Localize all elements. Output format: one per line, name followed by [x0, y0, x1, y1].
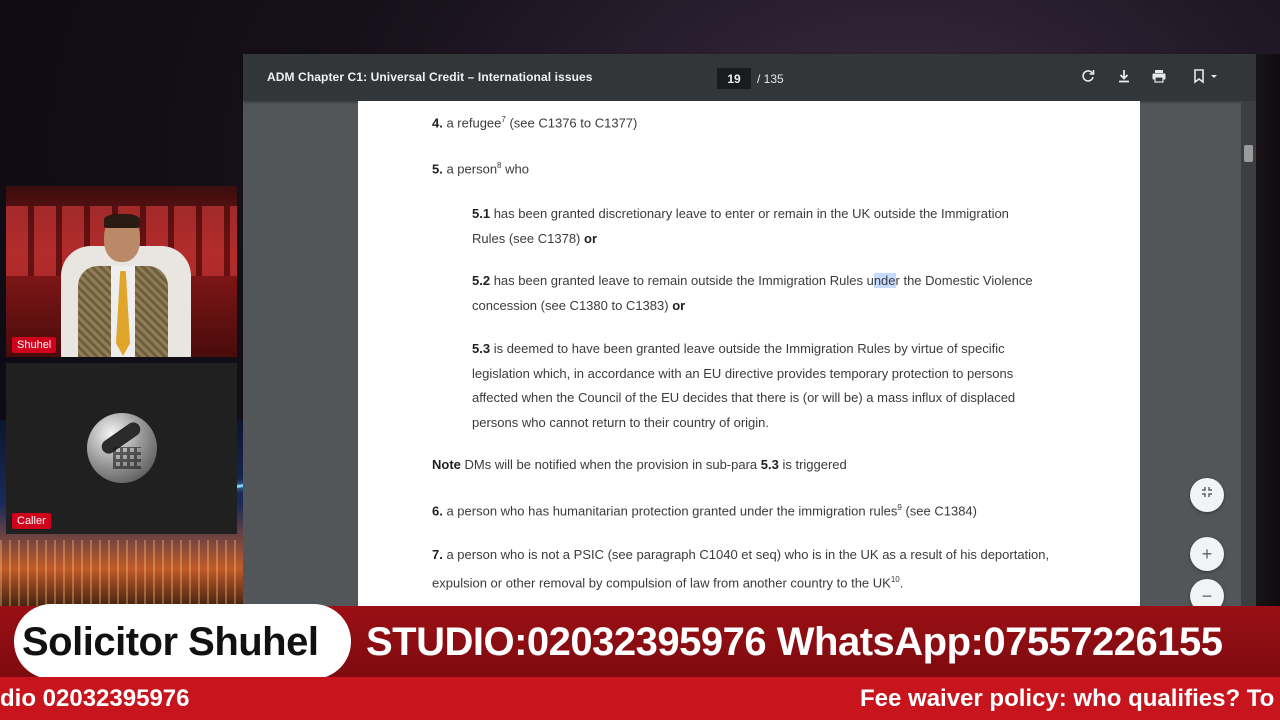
pdf-toolbar: ADM Chapter C1: Universal Credit – Inter…: [243, 54, 1256, 101]
list-item-7-cont: expulsion or other removal by compulsion…: [432, 575, 904, 591]
host-name-tag: Shuhel: [12, 337, 57, 353]
city-lights: [0, 540, 250, 610]
pdf-viewer: ADM Chapter C1: Universal Credit – Inter…: [243, 54, 1256, 613]
sub-item-5-1-cont: Rules (see C1378) or: [472, 231, 597, 246]
caller-name-tag: Caller: [12, 513, 51, 529]
sub-item-5-3: 5.3 is deemed to have been granted leave…: [472, 341, 1005, 356]
sub-item-5-3-line3: affected when the Council of the EU deci…: [472, 390, 1016, 405]
fit-page-icon: [1202, 487, 1212, 497]
news-ticker: dio 02032395976 Fee waiver policy: who q…: [0, 677, 1280, 720]
page-number-input[interactable]: [717, 68, 751, 89]
ticker-text-left: dio 02032395976: [0, 685, 190, 712]
fit-page-button[interactable]: [1190, 478, 1224, 512]
banner-name: Solicitor Shuhel: [22, 620, 319, 664]
list-item-7: 7. a person who is not a PSIC (see parag…: [432, 547, 1050, 562]
host-video-tile: Shuhel: [6, 186, 237, 357]
rotate-icon[interactable]: [1079, 68, 1097, 86]
list-item-5: 5. a person8 who: [432, 161, 529, 177]
scrollbar-thumb[interactable]: [1244, 145, 1253, 162]
ticker-text-right: Fee waiver policy: who qualifies? To: [860, 685, 1275, 712]
print-icon[interactable]: [1150, 68, 1168, 86]
sub-item-5-1: 5.1 has been granted discretionary leave…: [472, 206, 1009, 221]
pdf-page: 4. a refugee7 (see C1376 to C1377) 5. a …: [358, 101, 1140, 606]
sub-item-5-3-line2: legislation which, in accordance with an…: [472, 366, 1014, 381]
download-icon[interactable]: [1115, 68, 1133, 86]
sub-item-5-2-cont: concession (see C1380 to C1383) or: [472, 298, 686, 313]
sub-item-5-3-line4: persons who cannot return to their count…: [472, 415, 769, 430]
sub-item-5-2: 5.2 has been granted leave to remain out…: [472, 273, 1033, 288]
note-paragraph: Note DMs will be notified when the provi…: [432, 457, 847, 472]
right-edge: [1256, 54, 1280, 606]
list-item-6: 6. a person who has humanitarian protect…: [432, 503, 977, 519]
zoom-in-button[interactable]: +: [1190, 537, 1224, 571]
list-item-4: 4. a refugee7 (see C1376 to C1377): [432, 115, 638, 131]
caller-video-tile: Caller: [6, 363, 237, 534]
page-total: / 135: [757, 71, 784, 86]
telephone-icon: [87, 413, 157, 483]
host-hair: [104, 214, 140, 228]
page-indicator: / 135: [717, 68, 784, 89]
bookmark-icon[interactable]: [1191, 68, 1221, 86]
text-selection: nde: [873, 273, 896, 288]
vertical-scrollbar[interactable]: [1241, 101, 1256, 606]
banner-contact: STUDIO:02032395976 WhatsApp:07557226155: [366, 620, 1223, 664]
document-title: ADM Chapter C1: Universal Credit – Inter…: [267, 70, 593, 84]
